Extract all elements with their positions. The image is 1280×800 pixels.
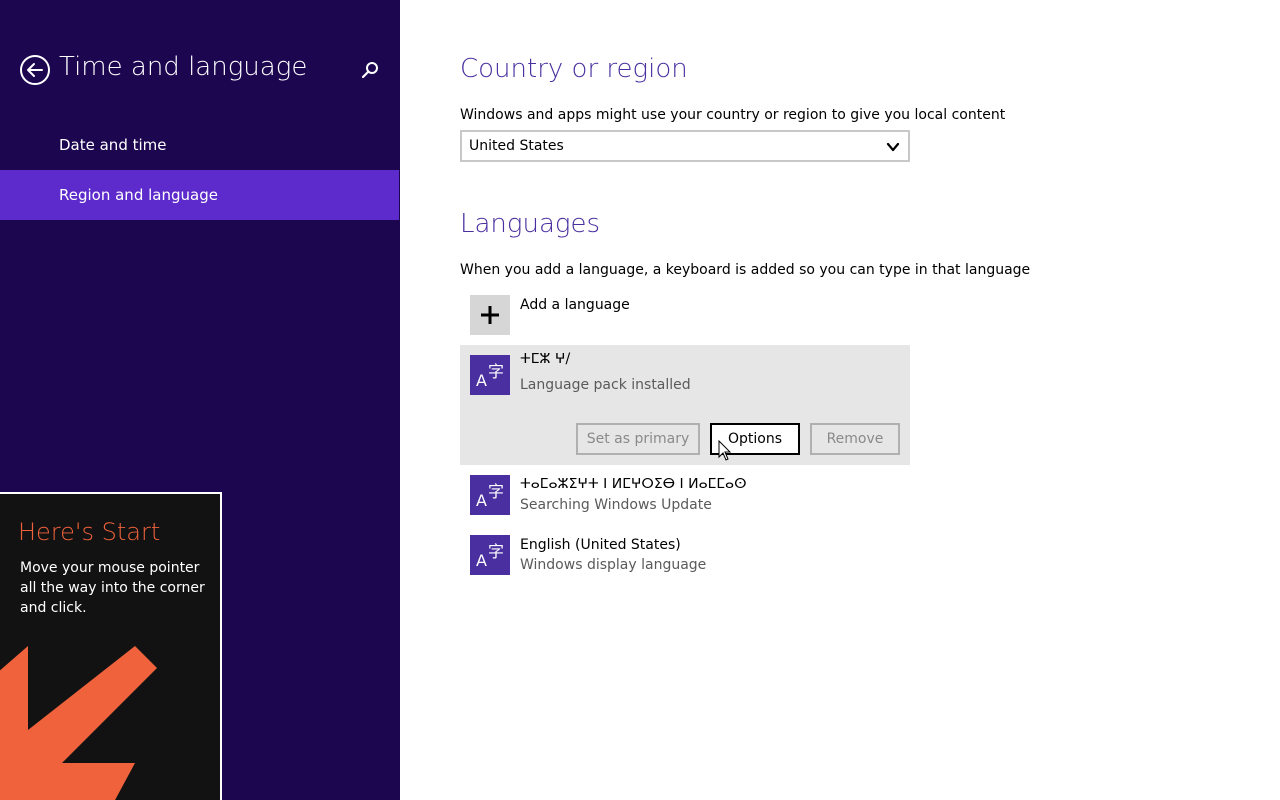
chevron-down-icon [886,142,900,152]
tip-title: Here's Start [18,518,161,546]
search-icon[interactable] [360,60,380,80]
languages-section-title: Languages [460,209,601,239]
add-language-tile [470,295,510,335]
language-status: Windows display language [520,557,707,573]
language-name: ⵜⴰⵎⴰⵣⵉⵖⵜ ⵏ ⵍⵎⵖⵔⵉⴱ ⵏ ⵍⴰⵎⵎⴰⵙ [520,476,747,492]
nav-item-region-and-language[interactable]: Region and language [0,170,399,220]
nav-item-date-and-time[interactable]: Date and time [0,120,399,170]
set-as-primary-button[interactable]: Set as primary [576,423,700,455]
languages-description: When you add a language, a keyboard is a… [460,262,1031,278]
country-dropdown[interactable]: United States [460,130,910,162]
corner-arrow-icon [0,646,157,800]
language-icon: A字 [470,355,510,395]
plus-icon [481,306,499,324]
add-language-button[interactable]: Add a language [460,291,910,339]
language-status: Language pack installed [520,377,691,393]
remove-button[interactable]: Remove [810,423,900,455]
language-status: Searching Windows Update [520,497,712,513]
language-name: English (United States) [520,537,681,553]
language-name: ⵜⵎⵣ ⵖ/ [520,351,571,367]
mouse-cursor-icon [718,440,732,461]
pane-title: Time and language [59,52,308,82]
language-icon: A字 [470,535,510,575]
country-selected-value: United States [469,138,564,154]
start-tip-overlay: Here's Start Move your mouse pointer all… [0,492,222,800]
language-item[interactable]: A字 ⵜⴰⵎⴰⵣⵉⵖⵜ ⵏ ⵍⵎⵖⵔⵉⴱ ⵏ ⵍⴰⵎⵎⴰⵙ Searching … [460,470,910,526]
language-icon: A字 [470,475,510,515]
country-section-title: Country or region [460,54,688,84]
back-button[interactable] [20,55,50,85]
add-language-label: Add a language [520,297,630,313]
country-description: Windows and apps might use your country … [460,107,1006,123]
tip-body: Move your mouse pointer all the way into… [20,560,205,616]
back-arrow-icon [27,63,43,77]
language-item[interactable]: A字 English (United States) Windows displ… [460,530,910,586]
